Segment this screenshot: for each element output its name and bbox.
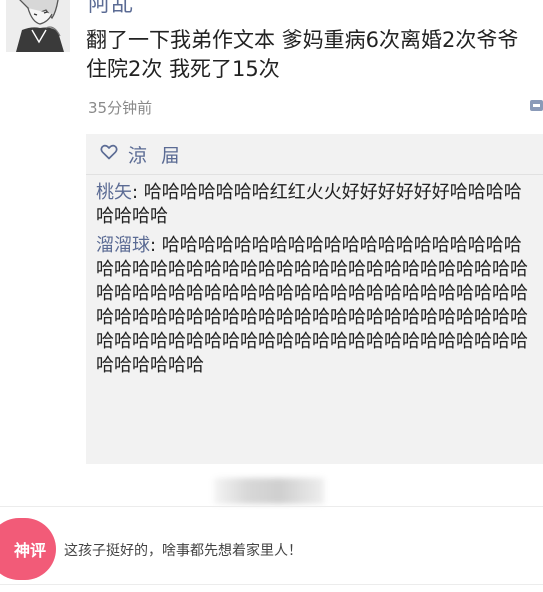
- more-options-icon[interactable]: [530, 98, 543, 113]
- blurred-watermark: [214, 478, 324, 504]
- commenter-name[interactable]: 桃矢: [96, 182, 132, 203]
- comment-separator: :: [150, 235, 162, 256]
- post-timestamp: 35分钟前: [88, 99, 153, 117]
- comment-item[interactable]: 溜溜球: 哈哈哈哈哈哈哈哈哈哈哈哈哈哈哈哈哈哈哈哈哈哈哈哈哈哈哈哈哈哈哈哈哈哈哈…: [96, 234, 536, 378]
- comment-item[interactable]: 桃矢: 哈哈哈哈哈哈哈红红火火好好好好好好哈哈哈哈哈哈哈哈: [96, 181, 536, 229]
- post-text: 翻了一下我弟作文本 爹妈重病6次离婚2次爷爷住院2次 我死了15次: [86, 28, 519, 81]
- reaction-panel: 涼 屇 桃矢: 哈哈哈哈哈哈哈红红火火好好好好好好哈哈哈哈哈哈哈哈 溜溜球: 哈…: [86, 134, 543, 464]
- heart-outline-icon: [100, 144, 118, 164]
- commenter-name[interactable]: 溜溜球: [96, 235, 150, 256]
- avatar-illustration: [6, 0, 70, 52]
- hot-comment-text: 这孩子挺好的，啥事都先想着家里人！: [64, 543, 302, 559]
- divider: [0, 584, 543, 585]
- comment-list: 桃矢: 哈哈哈哈哈哈哈红红火火好好好好好好哈哈哈哈哈哈哈哈 溜溜球: 哈哈哈哈哈…: [86, 175, 543, 378]
- moments-screenshot: 阿乱 翻了一下我弟作文本 爹妈重病6次离婚2次爷爷住院2次 我死了15次 35分…: [0, 0, 543, 470]
- likes-row: 涼 屇: [86, 134, 543, 175]
- hot-comment-badge: 神评: [0, 518, 56, 580]
- liker-names[interactable]: 涼 屇: [128, 141, 184, 168]
- avatar[interactable]: [6, 0, 70, 52]
- divider: [0, 506, 543, 507]
- comment-separator: :: [132, 182, 144, 203]
- poster-username[interactable]: 阿乱: [88, 0, 134, 18]
- comment-text: 哈哈哈哈哈哈哈红红火火好好好好好好哈哈哈哈哈哈哈哈: [96, 182, 522, 227]
- comment-text: 哈哈哈哈哈哈哈哈哈哈哈哈哈哈哈哈哈哈哈哈哈哈哈哈哈哈哈哈哈哈哈哈哈哈哈哈哈哈哈哈…: [96, 235, 528, 376]
